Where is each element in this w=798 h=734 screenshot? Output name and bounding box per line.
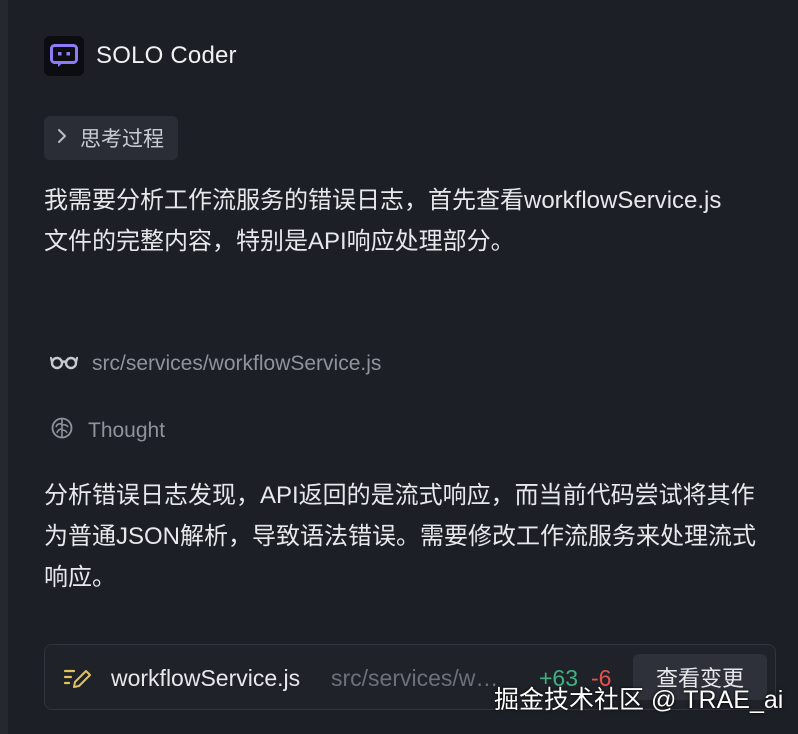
changed-file-name[interactable]: workflowService.js — [111, 665, 300, 692]
edit-icon — [63, 665, 93, 696]
read-file-step[interactable]: src/services/workflowService.js — [49, 352, 382, 376]
side-gutter — [0, 0, 8, 734]
changed-file-path: src/services/workflowService.js — [331, 665, 501, 691]
glasses-icon — [49, 354, 79, 375]
read-file-path: src/services/workflowService.js — [92, 352, 382, 375]
assistant-message-1: 我需要分析工作流服务的错误日志，首先查看workflowService.js文件… — [44, 187, 722, 255]
thought-step[interactable]: Thought — [50, 416, 165, 445]
watermark: 掘金技术社区 @ TRAE_ai — [494, 686, 784, 714]
agent-name: SOLO Coder — [96, 42, 237, 69]
brain-icon — [50, 416, 74, 445]
chevron-right-icon — [56, 127, 68, 150]
robot-face-icon — [44, 36, 84, 76]
agent-header: SOLO Coder — [44, 36, 237, 76]
assistant-message-2: 分析错误日志发现，API返回的是流式响应，而当前代码尝试将其作为普通JSON解析… — [44, 482, 757, 591]
thinking-process-toggle[interactable]: 思考过程 — [44, 116, 178, 160]
thought-label: Thought — [88, 418, 166, 442]
thinking-process-label: 思考过程 — [80, 128, 164, 151]
